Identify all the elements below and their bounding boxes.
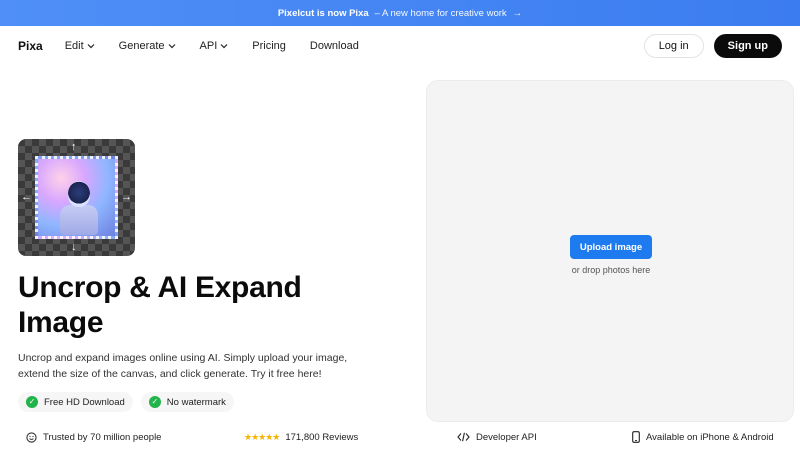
drop-hint: or drop photos here (571, 265, 651, 275)
trusted-by: Trusted by 70 million people (26, 432, 244, 443)
reviews-text: 171,800 Reviews (285, 431, 359, 443)
code-icon (457, 432, 470, 442)
trust-bar: Trusted by 70 million people ★★★★★ 171,8… (0, 424, 800, 450)
chevron-down-icon (168, 44, 175, 49)
reviews[interactable]: ★★★★★ 171,800 Reviews (244, 432, 457, 443)
banner-product: Pixelcut is now Pixa (277, 7, 369, 19)
top-nav: Pixa Edit Generate API Pricing Download … (0, 26, 800, 66)
logo[interactable]: Pixa (18, 39, 43, 53)
chevron-down-icon (87, 44, 95, 49)
upload-dropzone[interactable]: Upload image or drop photos here (426, 80, 794, 422)
app-download-link[interactable]: Available on iPhone & Android (632, 431, 774, 443)
arrow-right-icon: → (512, 7, 523, 19)
nav-item-api[interactable]: API (200, 40, 229, 52)
uncrop-example-thumbnail: ↑ ↓ ← → (18, 139, 135, 256)
arrow-down-icon: ↓ (71, 241, 77, 253)
astronaut-body (60, 205, 98, 235)
developer-api-text: Developer API (476, 431, 537, 443)
star-rating-icon: ★★★★★ (244, 431, 280, 442)
example-image (35, 156, 118, 239)
nav-item-generate[interactable]: Generate (119, 40, 176, 52)
chevron-down-icon (220, 44, 228, 49)
nav-item-label: Pricing (252, 40, 286, 52)
arrow-left-icon: ← (21, 191, 32, 203)
nav-actions: Log in Sign up (643, 34, 782, 58)
developer-api-link[interactable]: Developer API (457, 432, 632, 443)
check-icon: ✓ (26, 396, 38, 408)
feature-label: No watermark (166, 396, 226, 408)
login-button[interactable]: Log in (643, 34, 704, 58)
phone-icon (632, 431, 640, 443)
astronaut-helmet (68, 181, 90, 207)
nav-item-edit[interactable]: Edit (65, 40, 95, 52)
trusted-text: Trusted by 70 million people (43, 431, 162, 443)
page-title: Uncrop & AI Expand Image (18, 271, 302, 339)
banner-tagline: – A new home for creative work (374, 7, 507, 19)
feature-badge: ✓ No watermark (140, 392, 234, 412)
nav-item-download[interactable]: Download (310, 40, 359, 52)
smiley-icon (26, 431, 37, 443)
announcement-banner[interactable]: Pixelcut is now Pixa – A new home for cr… (0, 0, 800, 26)
nav-item-pricing[interactable]: Pricing (252, 40, 286, 52)
arrow-right-icon: → (121, 191, 132, 203)
apps-text: Available on iPhone & Android (646, 431, 774, 443)
signup-button[interactable]: Sign up (713, 34, 782, 58)
check-icon: ✓ (148, 396, 161, 408)
upload-image-button[interactable]: Upload image (570, 235, 652, 259)
nav-item-label: API (199, 40, 218, 52)
nav-item-label: Edit (64, 40, 84, 52)
nav-item-label: Generate (118, 40, 165, 52)
feature-list: ✓ Free HD Download ✓ No watermark (18, 392, 234, 412)
nav-item-label: Download (309, 40, 359, 52)
feature-label: Free HD Download (44, 396, 125, 408)
page-description: Uncrop and expand images online using AI… (18, 352, 348, 380)
feature-badge: ✓ Free HD Download (18, 392, 133, 412)
arrow-up-icon: ↑ (71, 141, 77, 153)
